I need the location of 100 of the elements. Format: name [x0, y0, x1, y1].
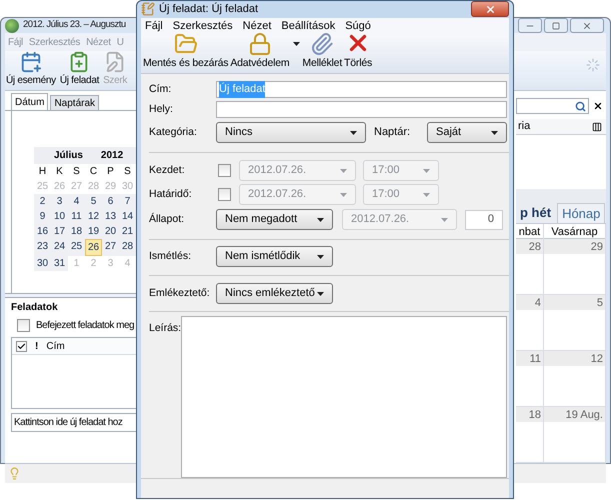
calendar-day[interactable]: 10 [51, 209, 68, 224]
calendar-day[interactable]: 7 [119, 194, 136, 209]
weekday-label: H [38, 165, 48, 179]
field-label: Kezdet: [149, 162, 186, 178]
calendar-day[interactable]: 5 [85, 194, 102, 209]
checkbox[interactable] [218, 164, 231, 177]
dropdown-arrow-icon [423, 168, 430, 172]
dropdown-arrow-icon [441, 218, 448, 222]
column-header: ria [518, 119, 530, 134]
calendar-dropdown[interactable]: Saját [427, 122, 507, 143]
field-label: Hely: [149, 102, 174, 117]
search-icon [575, 100, 586, 112]
calendar-day[interactable]: 26 [85, 239, 102, 256]
pen-icon [104, 51, 126, 73]
dropdown-arrow-icon [350, 130, 357, 134]
reminder-dropdown[interactable]: Nincs emlékeztető [216, 283, 333, 304]
calendar-day[interactable]: 17 [51, 224, 68, 239]
calendar-plus-icon [20, 51, 42, 73]
calendar-day[interactable]: 28 [119, 239, 136, 256]
day-cell-number: 18 [516, 407, 543, 422]
calendar-day[interactable]: 30 [34, 256, 51, 271]
clipboard-plus-icon [68, 51, 90, 73]
calendar-day[interactable]: 25 [68, 239, 85, 256]
spinner-icon [586, 58, 600, 72]
percent-spinner[interactable]: 0 [465, 210, 503, 230]
calendar-day[interactable]: 21 [119, 224, 136, 239]
tab[interactable]: Dátum [11, 93, 48, 110]
calendar-day[interactable]: 31 [51, 256, 68, 271]
toolbar-button[interactable]: Új esemény [6, 51, 56, 88]
field-label: Kategória: [149, 124, 198, 140]
status-dropdown[interactable]: Nem megadott [216, 209, 333, 230]
calendar-day[interactable]: 2 [34, 194, 51, 209]
description-input[interactable] [181, 316, 507, 478]
calendar-day[interactable]: 3 [51, 194, 68, 209]
priority-column-header: ! [35, 340, 38, 354]
folder-icon [174, 32, 198, 56]
calendar-day[interactable]: 12 [85, 209, 102, 224]
close-icon [582, 20, 592, 30]
maximize-icon [552, 22, 560, 30]
day-cell-number: 19 Aug. [544, 407, 605, 422]
field-label: Naptár: [374, 125, 412, 140]
field-label: Leírás: [149, 322, 182, 334]
close-button[interactable] [471, 1, 509, 18]
maximize-button[interactable] [544, 18, 568, 33]
weekday-label: P [106, 165, 115, 179]
category-dropdown[interactable]: Nincs [216, 122, 366, 143]
dropdown-arrow-icon [293, 42, 300, 46]
view-tab[interactable]: Hónap [557, 203, 606, 223]
dropdown-arrow-icon [317, 254, 324, 258]
calendar-day[interactable]: 18 [68, 224, 85, 239]
calendar-day[interactable]: 19 [85, 224, 102, 239]
search-field[interactable] [516, 98, 589, 114]
column-picker-icon[interactable] [592, 122, 602, 132]
dropdown-arrow-icon [423, 192, 430, 196]
field-label: Határidő: [149, 186, 193, 202]
app-logo-icon [5, 18, 19, 32]
calendar-day[interactable]: 11 [68, 209, 85, 224]
day-cell-number: 12 [544, 351, 605, 366]
checkbox[interactable] [218, 188, 231, 201]
field-label: Cím: [149, 82, 172, 97]
checkbox-label: Befejezett feladatok meg [36, 318, 134, 332]
location-input[interactable] [216, 101, 507, 118]
dropdown-arrow-icon [317, 218, 324, 222]
calendar-day[interactable]: 24 [51, 239, 68, 256]
view-tab[interactable]: p hét [516, 203, 556, 223]
checkbox[interactable] [17, 318, 30, 332]
calendar-day[interactable]: 13 [102, 209, 119, 224]
calendar-day[interactable]: 20 [102, 224, 119, 239]
field-label: Ismétlés: [149, 248, 192, 264]
calendar-year: 2012 [100, 149, 124, 163]
calendar-day[interactable]: 4 [68, 194, 85, 209]
calendar-month: Július [54, 149, 83, 163]
dropdown-arrow-icon [491, 130, 498, 134]
day-cell-number: 4 [516, 295, 543, 310]
window-title: Új feladat: Új feladat [159, 2, 258, 17]
title-column-header: Cím [46, 340, 65, 354]
day-cell-number: 5 [544, 295, 605, 310]
calendar-day[interactable]: 23 [34, 239, 51, 256]
calendar-day[interactable]: 14 [119, 209, 136, 224]
toolbar-button[interactable]: Új feladat [60, 51, 100, 88]
field-label: Emlékeztető: [149, 286, 211, 301]
lock-icon [248, 32, 272, 56]
dropdown-arrow-icon [340, 192, 347, 196]
calendar-day[interactable]: 27 [102, 239, 119, 256]
repeat-dropdown[interactable]: Nem ismétlődik [216, 246, 333, 267]
weekday-label: K [55, 165, 64, 179]
calendar-day[interactable]: 9 [34, 209, 51, 224]
weekday-label: S [72, 165, 81, 179]
menu-item[interactable]: Súgó [345, 18, 371, 35]
calendar-day[interactable]: 16 [34, 224, 51, 239]
task-icon [141, 2, 155, 16]
day-cell-number: 11 [516, 351, 543, 366]
day-cell-number: 29 [544, 239, 605, 254]
tab[interactable]: Naptárak [50, 95, 100, 110]
minimize-button[interactable] [518, 18, 542, 33]
close-icon[interactable] [593, 101, 603, 111]
weekday-label: S [123, 165, 132, 179]
window-title: 2012. Július 23. – Augusztu [23, 18, 126, 32]
calendar-day[interactable]: 6 [102, 194, 119, 209]
done-column-icon [16, 340, 27, 352]
